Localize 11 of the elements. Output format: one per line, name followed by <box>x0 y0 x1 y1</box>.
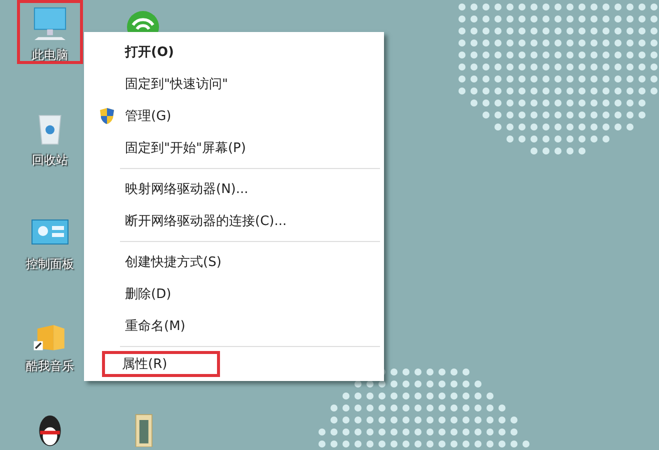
menu-item[interactable]: 重命名(M) <box>86 310 382 342</box>
menu-item[interactable]: 断开网络驱动器的连接(C)... <box>86 205 382 237</box>
menu-item[interactable]: 删除(D) <box>86 278 382 310</box>
menu-item[interactable]: 打开(O) <box>86 36 382 68</box>
shield-icon <box>99 107 115 125</box>
menu-item[interactable]: 属性(R) <box>102 351 220 377</box>
menu-item[interactable]: 映射网络驱动器(N)... <box>86 173 382 205</box>
menu-item[interactable]: 管理(G) <box>86 100 382 132</box>
menu-item[interactable]: 创建快捷方式(S) <box>86 246 382 278</box>
menu-item[interactable]: 固定到"开始"屏幕(P) <box>86 132 382 164</box>
menu-item[interactable]: 固定到"快速访问" <box>86 68 382 100</box>
